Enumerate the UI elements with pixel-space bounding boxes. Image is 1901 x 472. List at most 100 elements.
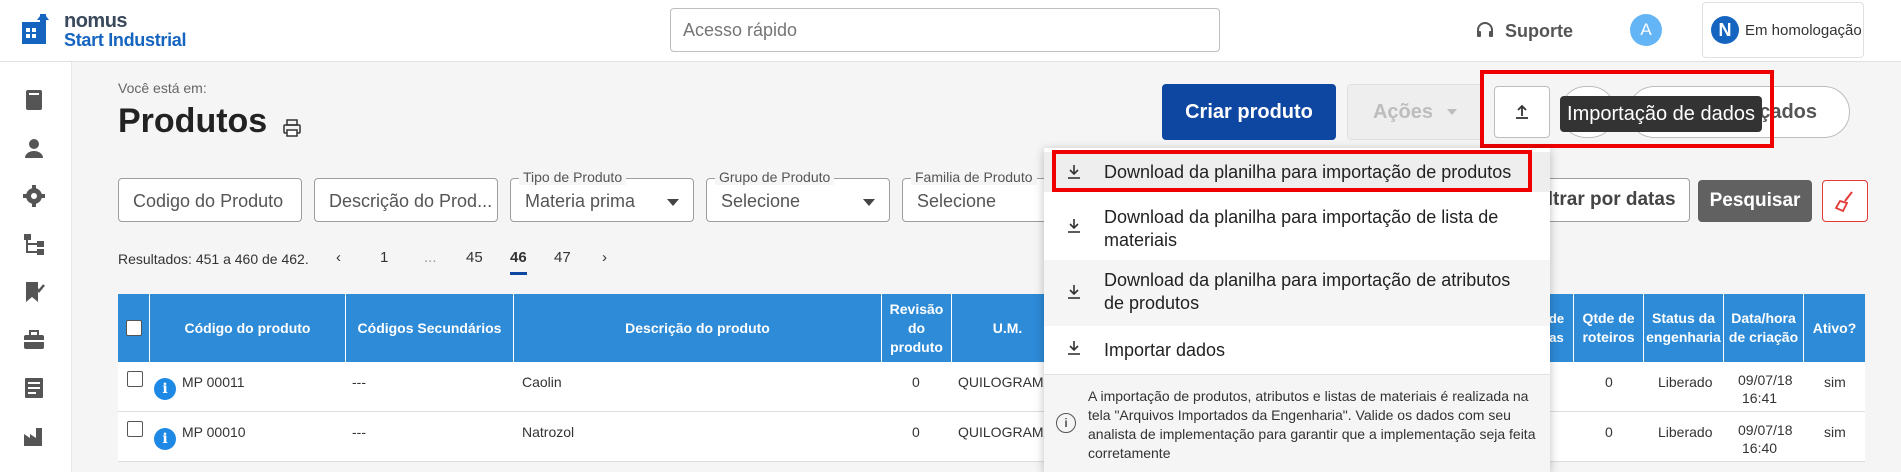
product-code-field[interactable]: Codigo do Produto bbox=[118, 178, 302, 222]
cell-description: Natrozol bbox=[522, 424, 575, 440]
product-type-label: Tipo de Produto bbox=[519, 169, 627, 185]
environment-logo-icon: N bbox=[1711, 16, 1739, 44]
cell-created-time: 16:41 bbox=[1742, 390, 1778, 406]
col-active[interactable]: Ativo? bbox=[1804, 294, 1865, 362]
environment-selector[interactable]: N Em homologação bbox=[1702, 2, 1864, 58]
cell-active: sim bbox=[1824, 424, 1846, 440]
cell-routes: 0 bbox=[1605, 374, 1613, 390]
cell-code: MP 00010 bbox=[182, 424, 246, 440]
download-icon bbox=[1068, 341, 1080, 355]
info-outline-icon: i bbox=[1056, 413, 1076, 433]
page-45-link[interactable]: 45 bbox=[466, 249, 483, 266]
product-type-value: Materia prima bbox=[525, 191, 636, 211]
cell-revision: 0 bbox=[912, 374, 920, 390]
page-47-link[interactable]: 47 bbox=[554, 249, 571, 266]
cell-status: Liberado bbox=[1658, 374, 1713, 390]
avatar[interactable]: A bbox=[1630, 14, 1662, 46]
col-routes[interactable]: Qtde de roteiros bbox=[1574, 294, 1644, 362]
support-label: Suporte bbox=[1505, 20, 1574, 41]
document-list-icon[interactable] bbox=[22, 376, 46, 400]
hierarchy-icon[interactable] bbox=[22, 232, 46, 256]
filter-by-dates-button[interactable]: iltrar por datas bbox=[1528, 178, 1690, 222]
sidebar bbox=[0, 62, 72, 472]
cell-description: Caolin bbox=[522, 374, 562, 390]
top-bar: nomus Start Industrial Suporte A N Em ho… bbox=[0, 0, 1901, 62]
support-button[interactable]: Suporte bbox=[1475, 18, 1573, 44]
select-all-cell bbox=[118, 294, 150, 362]
table-header: Código do produto Códigos Secundários De… bbox=[118, 294, 1865, 362]
import-info-note: i A importação de produtos, atributos e … bbox=[1044, 374, 1550, 472]
product-family-value: Selecione bbox=[917, 191, 997, 211]
print-icon[interactable] bbox=[282, 118, 302, 138]
cell-routes: 0 bbox=[1605, 424, 1613, 440]
cell-secondary: --- bbox=[352, 374, 366, 390]
col-created[interactable]: Data/hora de criação bbox=[1724, 294, 1804, 362]
import-menu: Download da planilha para importação de … bbox=[1044, 148, 1550, 472]
col-description[interactable]: Descrição do produto bbox=[514, 294, 882, 362]
actions-button[interactable]: Ações bbox=[1347, 84, 1483, 140]
import-info-text: A importação de produtos, atributos e li… bbox=[1088, 388, 1536, 461]
cell-status: Liberado bbox=[1658, 424, 1713, 440]
product-description-placeholder: Descrição do Prod... bbox=[329, 191, 493, 211]
cell-active: sim bbox=[1824, 374, 1846, 390]
product-type-select[interactable]: Tipo de Produto Materia prima bbox=[510, 169, 694, 222]
download-icon bbox=[1068, 285, 1080, 299]
product-description-field[interactable]: Descrição do Prod... bbox=[314, 178, 498, 222]
user-icon[interactable] bbox=[22, 136, 46, 160]
bookmark-check-icon[interactable] bbox=[22, 280, 46, 304]
breadcrumb: Você está em: bbox=[118, 80, 207, 96]
col-secondary-codes[interactable]: Códigos Secundários bbox=[346, 294, 514, 362]
briefcase-icon[interactable] bbox=[22, 328, 46, 352]
page-1-link[interactable]: 1 bbox=[380, 249, 388, 266]
row-checkbox[interactable] bbox=[127, 421, 143, 437]
menu-item-import-data[interactable]: Importar dados bbox=[1044, 330, 1550, 370]
product-code-placeholder: Codigo do Produto bbox=[133, 191, 284, 211]
cell-unit: QUILOGRAMA bbox=[958, 374, 1053, 390]
highlight-box-import bbox=[1480, 70, 1774, 148]
col-engineering-status[interactable]: Status da engenharia bbox=[1644, 294, 1724, 362]
gear-icon[interactable] bbox=[22, 184, 46, 208]
menu-item-label: Download da planilha para importação de … bbox=[1104, 207, 1499, 250]
product-group-select[interactable]: Grupo de Produto Selecione bbox=[706, 169, 890, 222]
menu-item-download-bom[interactable]: Download da planilha para importação de … bbox=[1044, 200, 1550, 260]
col-code[interactable]: Código do produto bbox=[150, 294, 346, 362]
factory-icon[interactable] bbox=[22, 424, 46, 448]
logo[interactable]: nomus Start Industrial bbox=[20, 8, 210, 54]
product-group-value: Selecione bbox=[721, 191, 801, 211]
results-count: Resultados: 451 a 460 de 462. bbox=[118, 251, 309, 267]
info-icon[interactable]: i bbox=[154, 378, 176, 400]
select-all-checkbox[interactable] bbox=[125, 320, 142, 336]
create-product-button[interactable]: Criar produto bbox=[1162, 84, 1336, 140]
cell-code: MP 00011 bbox=[182, 374, 245, 390]
quick-access-input[interactable] bbox=[670, 8, 1220, 52]
product-group-label: Grupo de Produto bbox=[715, 169, 835, 185]
download-icon bbox=[1068, 219, 1080, 233]
col-revision[interactable]: Revisão do produto bbox=[882, 294, 952, 362]
broom-icon bbox=[1834, 191, 1853, 212]
table-row[interactable]: i MP 00011 --- Caolin 0 QUILOGRAMA 0 Lib… bbox=[118, 362, 1865, 412]
cell-revision: 0 bbox=[912, 424, 920, 440]
actions-label: Ações bbox=[1372, 100, 1434, 123]
menu-item-label: Importar dados bbox=[1104, 340, 1226, 360]
caret-down-icon bbox=[667, 199, 679, 206]
next-page-button[interactable]: › bbox=[602, 249, 607, 266]
book-icon[interactable] bbox=[22, 88, 46, 112]
cell-unit: QUILOGRAMA bbox=[958, 424, 1053, 440]
product-family-label: Familia de Produto bbox=[911, 169, 1037, 185]
caret-down-icon bbox=[1447, 109, 1458, 115]
row-checkbox[interactable] bbox=[127, 371, 143, 387]
logo-text-product: Start Industrial bbox=[64, 30, 187, 50]
page-46-link[interactable]: 46 bbox=[510, 249, 527, 275]
environment-label: Em homologação bbox=[1745, 21, 1862, 39]
logo-mark-icon bbox=[22, 14, 49, 44]
highlight-box-download-products bbox=[1052, 150, 1532, 192]
table-row[interactable]: i MP 00010 --- Natrozol 0 QUILOGRAMA 0 L… bbox=[118, 412, 1865, 462]
prev-page-button[interactable]: ‹ bbox=[336, 249, 341, 266]
headset-icon bbox=[1477, 22, 1493, 37]
pagination-ellipsis: ... bbox=[424, 249, 437, 266]
page-title: Produtos bbox=[118, 102, 268, 140]
clear-filters-button[interactable] bbox=[1822, 180, 1868, 222]
menu-item-download-attributes[interactable]: Download da planilha para importação de … bbox=[1044, 260, 1550, 326]
info-icon[interactable]: i bbox=[154, 428, 176, 450]
search-button[interactable]: Pesquisar bbox=[1698, 180, 1812, 222]
